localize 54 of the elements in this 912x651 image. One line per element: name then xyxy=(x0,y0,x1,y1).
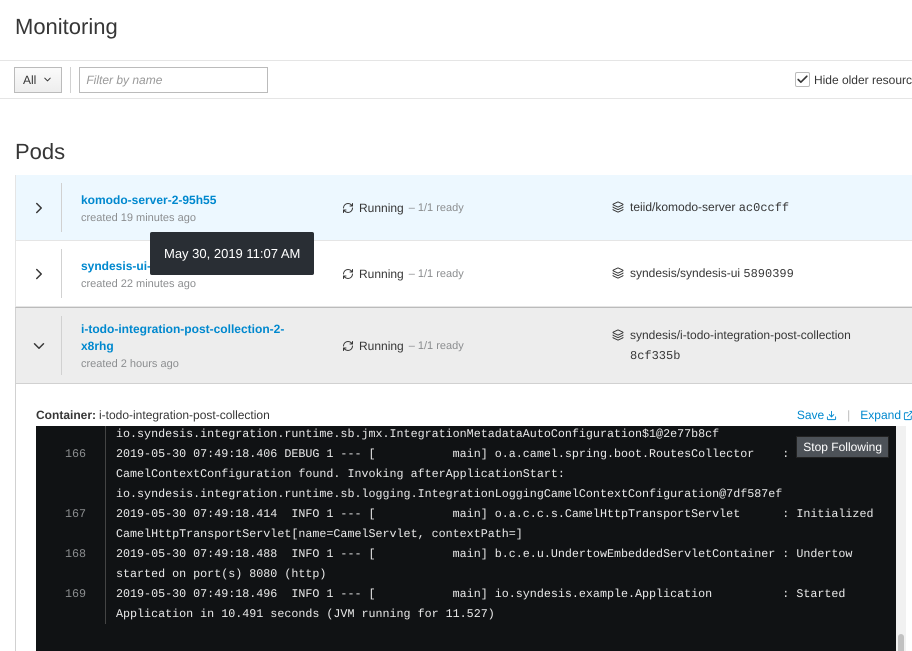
ready-text: – 1/1 ready xyxy=(408,340,464,352)
created-text: created 22 minutes ago xyxy=(81,278,197,290)
line-number: 169 xyxy=(36,584,106,624)
line-number: 168 xyxy=(36,544,106,584)
log-line: CamelHttpTransportServlet[name=CamelServlet, contextPath=] xyxy=(116,526,524,543)
pod-name-link[interactable]: komodo-server-2-95h55 xyxy=(81,192,286,208)
refresh-icon xyxy=(342,268,354,280)
save-link[interactable]: Save xyxy=(796,408,838,422)
hide-older-label: Hide older resourc xyxy=(814,72,912,86)
container-name: i-todo-integration-post-collection xyxy=(99,408,270,422)
external-link-icon xyxy=(903,410,912,420)
hide-older-checkbox[interactable] xyxy=(794,72,810,87)
created-text: created 2 hours ago xyxy=(81,358,180,370)
log-line: started on port(s) 8080 (http) xyxy=(116,566,328,583)
scrollbar[interactable] xyxy=(896,426,906,651)
ready-text: – 1/1 ready xyxy=(408,268,464,280)
download-icon xyxy=(826,410,838,420)
layers-icon xyxy=(612,267,624,279)
created-text: created 19 minutes ago xyxy=(81,212,197,224)
log-line: Application in 10.491 seconds (JVM running for 11.527) xyxy=(116,606,496,623)
log-line: io.syndesis.integration.runtime.sb.logging.IntegrationLoggingCamelContextConfiguration@7df587ef xyxy=(116,486,784,503)
line-number: 167 xyxy=(36,504,106,544)
image-name: syndesis/syndesis-ui xyxy=(630,266,740,280)
line-number: 166 xyxy=(36,444,106,504)
image-tag: 5890399 xyxy=(743,267,794,281)
separator: | xyxy=(847,408,850,422)
status-text: Running xyxy=(359,338,404,352)
pod-row[interactable]: i-todo-integration-post-collection-2-x8rhg created 2 hours ago Running – 1/1 ready syndesis/i-todo-integration-post-collection 8cf335b xyxy=(15,307,912,384)
image-name: syndesis/i-todo-integration-post-collection xyxy=(630,328,851,342)
page-title: Monitoring xyxy=(14,13,119,41)
log-line: CamelContextConfiguration found. Invoking afterApplicationStart: xyxy=(116,466,566,483)
image-tag: 8cf335b xyxy=(630,349,680,363)
tooltip: May 30, 2019 11:07 AM xyxy=(150,232,314,275)
image-tag: ac0ccff xyxy=(738,201,790,215)
filter-field[interactable]: Filter by name xyxy=(79,66,268,92)
kind-select[interactable]: All xyxy=(14,66,62,92)
image-name: teiid/komodo-server xyxy=(630,200,736,214)
layers-icon xyxy=(612,201,624,213)
section-title: Pods xyxy=(14,138,66,166)
ready-text: – 1/1 ready xyxy=(408,202,464,214)
refresh-icon xyxy=(342,340,354,352)
layers-icon xyxy=(612,329,624,341)
log-line: 2019-05-30 07:49:18.488 INFO 1 --- [ main] b.c.e.u.UndertowEmbeddedServletContainer : Undertow xyxy=(116,546,852,563)
refresh-icon xyxy=(342,202,354,214)
expand-link[interactable]: Expand xyxy=(860,408,912,422)
log-line: 2019-05-30 07:49:18.406 DEBUG 1 --- [ main] o.a.camel.spring.boot.RoutesCollector : xyxy=(116,446,790,463)
container-label: Container: xyxy=(36,408,96,422)
status-text: Running xyxy=(359,200,404,214)
log-line: io.syndesis.integration.runtime.sb.jmx.IntegrationMetadataAutoConfiguration$1@2e77b8cf xyxy=(116,426,720,443)
status-text: Running xyxy=(359,266,404,280)
log-line: 2019-05-30 07:49:18.496 INFO 1 --- [ main] io.syndesis.example.Application : Started xyxy=(116,586,846,603)
pod-row[interactable]: komodo-server-2-95h55 created 19 minutes ago Running – 1/1 ready teiid/komodo-server ac0ccff xyxy=(15,175,912,241)
stop-following-button[interactable]: Stop Following xyxy=(796,436,889,458)
log-line: 2019-05-30 07:49:18.414 INFO 1 --- [ main] o.a.c.c.s.CamelHttpTransportServlet : Initialized xyxy=(116,506,874,523)
